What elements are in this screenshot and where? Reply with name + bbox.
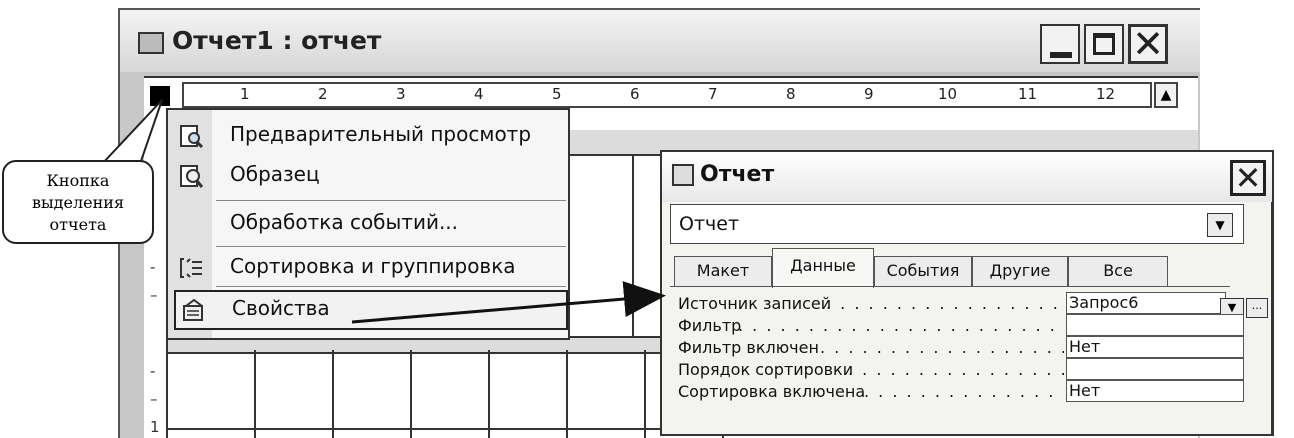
property-value-input[interactable]: Запрос6 [1066,292,1226,314]
tab-data[interactable]: Данные [772,248,874,288]
leader-dots: . . . . . . . . . . . . . . . . . . . . [864,382,1064,401]
property-label: Порядок сортировки [678,360,854,379]
ruler-number: 6 [630,85,640,103]
menu-item-properties[interactable]: Свойства [174,290,568,330]
tab-layout[interactable]: Макет [674,256,772,286]
property-value-input[interactable] [1066,358,1244,380]
leader-dots: . . . . . . . . . . . . . . . . . . . . … [820,338,1064,357]
report-titlebar[interactable]: Отчет1 : отчет ✕ [120,10,1200,72]
callout-join [102,162,140,166]
ruler-number: 2 [318,85,328,103]
menu-item-label: Предварительный просмотр [230,122,532,146]
callout-line: выделения [31,193,125,212]
grid-line [168,428,662,430]
grid-line [488,350,490,438]
menu-item-label: Сортировка и группировка [230,254,516,278]
ruler-number: 4 [474,85,484,103]
grid-line [332,350,334,438]
close-button[interactable]: ✕ [1128,24,1168,64]
property-value-input[interactable] [1066,314,1244,336]
ruler-number: 12 [1096,85,1116,103]
horizontal-ruler[interactable]: 1 2 3 4 5 6 7 8 9 10 11 12 [182,82,1152,108]
callout-label: Кнопка выделения отчета [2,160,154,244]
property-row[interactable]: Фильтр . . . . . . . . . . . . . . . . .… [670,314,1250,338]
vertical-ruler-mark: – [150,390,158,408]
tab-events[interactable]: События [874,256,972,286]
menu-item-print-preview[interactable]: Предварительный просмотр [168,116,568,156]
grid-line [410,350,412,438]
grid-line [254,350,256,438]
menu-item-event-handling[interactable]: Обработка событий... [168,204,568,244]
tab-other[interactable]: Другие [972,256,1068,286]
property-row[interactable]: Источник записей . . . . . . . . . . . .… [670,292,1250,316]
menu-item-label: Обработка событий... [230,210,459,234]
menu-item-label: Свойства [232,296,330,320]
maximize-button[interactable] [1084,24,1124,64]
ruler-number: 11 [1018,85,1038,103]
chevron-down-icon[interactable]: ▼ [1207,213,1233,237]
leader-dots: . . . . . . . . . . . . . . . . . . . . … [826,294,1064,313]
property-row[interactable]: Сортировка включена . . . . . . . . . . … [670,380,1250,404]
property-label: Источник записей [678,294,832,313]
property-label: Фильтр [678,316,742,335]
vertical-ruler-mark: - [150,362,156,380]
tab-strip-border [670,286,1230,287]
callout-line: отчета [49,215,107,234]
sorting-grouping-icon [178,256,204,280]
menu-item-sorting-grouping[interactable]: Сортировка и группировка [168,248,568,288]
callout-line: Кнопка [46,171,110,190]
ruler-number: 3 [396,85,406,103]
ruler-number: 1 [240,85,250,103]
context-menu: Предварительный просмотр Образец Обработ… [166,108,570,340]
grid-line [566,350,568,438]
property-value-input[interactable]: Нет [1066,380,1244,402]
property-value-input[interactable]: Нет [1066,336,1244,358]
property-sheet-titlebar[interactable]: Отчет ✕ [662,152,1272,202]
property-label: Фильтр включен [678,338,819,357]
menu-separator [216,286,566,287]
ruler-number: 7 [708,85,718,103]
property-sheet-window: Отчет ✕ Отчет ▼ Макет Данные События Дру… [660,150,1274,436]
menu-item-sample[interactable]: Образец [168,156,568,196]
minimize-button[interactable] [1040,24,1080,64]
vertical-ruler-mark: – [150,286,158,304]
sample-preview-icon [178,164,204,188]
grid-line [644,350,646,438]
ruler-number: 5 [552,85,562,103]
maximize-icon [1093,33,1115,55]
menu-separator [216,246,566,247]
close-icon: ✕ [1234,159,1262,197]
menu-item-label: Образец [230,162,320,186]
properties-icon [180,298,206,322]
object-selector-dropdown[interactable]: Отчет ▼ [670,204,1244,244]
leader-dots: . . . . . . . . . . . . . . . . . . . . … [738,316,1064,335]
ruler-number: 8 [786,85,796,103]
menu-separator [216,200,566,201]
minimize-icon [1050,52,1072,58]
report-window-icon [138,32,164,54]
ruler-number: 9 [864,85,874,103]
vertical-ruler-mark: 1 [150,418,160,436]
property-sheet-icon [672,164,694,186]
property-sheet-title: Отчет [700,162,775,187]
report-window-title: Отчет1 : отчет [172,26,382,55]
property-row[interactable]: Порядок сортировки . . . . . . . . . . .… [670,358,1250,382]
print-preview-icon [178,124,204,149]
property-label: Сортировка включена [678,382,866,401]
scroll-up-button[interactable]: ▲ [1154,82,1178,108]
tab-all[interactable]: Все [1068,256,1168,286]
property-sheet-close-button[interactable]: ✕ [1230,160,1266,196]
object-selector-value: Отчет [679,213,740,235]
close-icon: ✕ [1132,22,1164,66]
builder-button[interactable]: ... [1246,298,1268,318]
grid-line [632,154,634,336]
vertical-ruler-mark: - [150,258,156,276]
leader-dots: . . . . . . . . . . . . . . . . . . . . … [848,360,1064,379]
property-row[interactable]: Фильтр включен . . . . . . . . . . . . .… [670,336,1250,360]
ruler-row: 1 2 3 4 5 6 7 8 9 10 11 12 ▲ [144,76,1198,110]
ruler-number: 10 [938,85,958,103]
